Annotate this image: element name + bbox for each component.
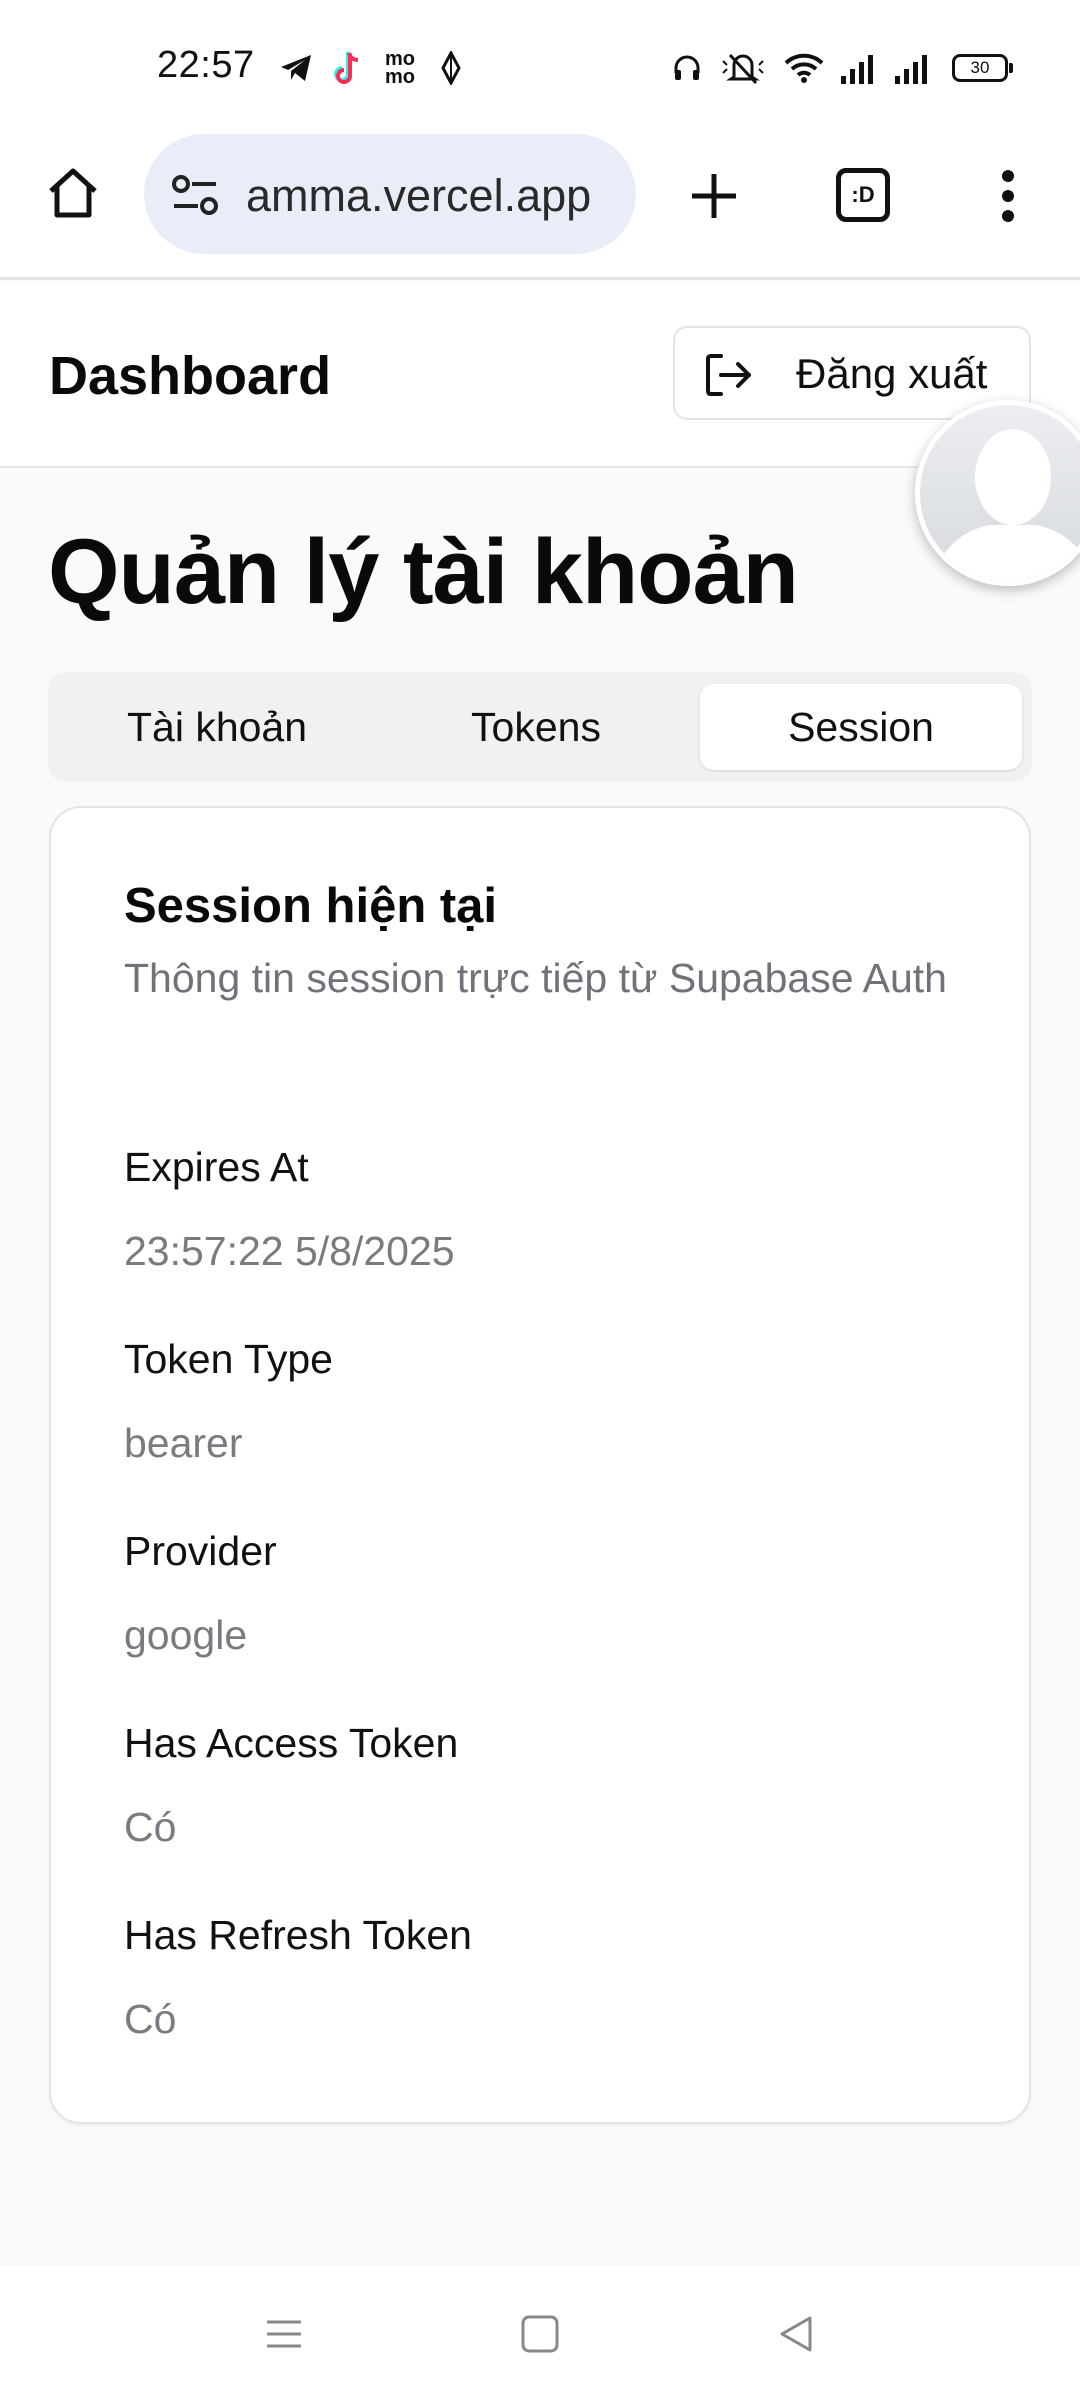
token-type-label: Token Type [124, 1336, 333, 1382]
url-text: amma.vercel.app [246, 170, 592, 221]
has-access-token-label: Has Access Token [124, 1720, 459, 1766]
site-settings-icon[interactable] [162, 162, 228, 228]
card-description: Thông tin session trực tiếp từ Supabase … [124, 955, 947, 1001]
app-header: Dashboard Đăng xuất [0, 283, 1080, 468]
tiktok-icon [330, 48, 366, 88]
avatar[interactable] [915, 400, 1080, 586]
signal-icon [892, 48, 934, 88]
momo-icon: mo mo [385, 48, 415, 88]
address-bar[interactable]: amma.vercel.app [144, 134, 636, 254]
home-icon[interactable] [34, 154, 112, 232]
account-tabs: Tài khoản Tokens Session [48, 672, 1032, 782]
page-title: Quản lý tài khoản [48, 521, 799, 623]
expires-at-value: 23:57:22 5/8/2025 [124, 1228, 455, 1274]
has-refresh-token-value: Có [124, 1996, 177, 2042]
expires-at-label: Expires At [124, 1144, 309, 1190]
logout-label: Đăng xuất [796, 350, 988, 397]
battery-indicator: 30 [952, 54, 1013, 82]
browser-toolbar: amma.vercel.app :D [0, 132, 1080, 280]
avatar-silhouette-icon [932, 429, 1080, 581]
tab-account[interactable]: Tài khoản [60, 684, 374, 770]
tab-session[interactable]: Session [700, 684, 1022, 770]
silent-icon [718, 48, 768, 88]
new-tab-icon[interactable] [674, 156, 754, 236]
back-icon[interactable] [764, 2302, 828, 2366]
home-button-icon[interactable] [508, 2302, 572, 2366]
menu-icon[interactable] [978, 156, 1038, 236]
session-card: Session hiện tại Thông tin session trực … [49, 806, 1031, 2124]
provider-value: google [124, 1612, 248, 1658]
tabs-icon[interactable]: :D [836, 168, 890, 222]
signal-icon [838, 48, 880, 88]
recent-apps-icon[interactable] [252, 2302, 316, 2366]
token-type-value: bearer [124, 1420, 243, 1466]
status-time: 22:57 [157, 44, 255, 86]
app-title: Dashboard [49, 346, 332, 406]
wifi-icon [782, 48, 826, 88]
has-access-token-value: Có [124, 1804, 177, 1850]
headphones-icon [670, 48, 704, 88]
logout-icon [705, 352, 753, 403]
system-nav-bar [0, 2266, 1080, 2400]
tab-tokens[interactable]: Tokens [378, 684, 694, 770]
telegram-icon [278, 48, 314, 88]
diamond-icon [438, 48, 464, 88]
has-refresh-token-label: Has Refresh Token [124, 1912, 472, 1958]
status-bar: 22:57 mo mo 30 [0, 0, 1080, 132]
provider-label: Provider [124, 1528, 277, 1574]
card-title: Session hiện tại [124, 879, 498, 933]
